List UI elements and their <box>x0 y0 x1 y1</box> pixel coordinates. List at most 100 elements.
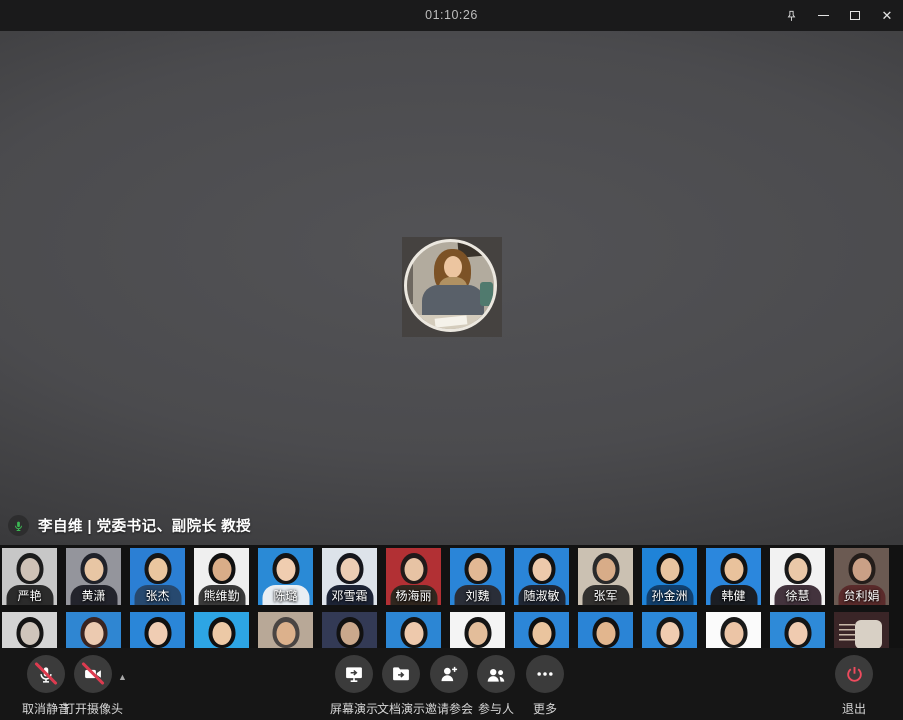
avatar-face <box>404 558 423 581</box>
close-button[interactable]: ✕ <box>871 0 903 31</box>
avatar-face <box>340 558 359 581</box>
ellipsis-icon <box>526 655 564 693</box>
avatar-face <box>340 622 359 645</box>
participant-thumbnail[interactable]: 张杰 <box>130 548 185 605</box>
participant-thumbnail[interactable]: 贠利娟 <box>834 548 889 605</box>
participant-thumbnail[interactable] <box>770 612 825 648</box>
avatar-face <box>532 622 551 645</box>
maximize-button[interactable] <box>839 0 871 31</box>
participant-thumbnail[interactable]: 张军 <box>578 548 633 605</box>
pushpin-icon[interactable] <box>775 0 807 31</box>
participant-filmstrip: 严艳 黄潇 张杰 熊维勤 陈璐 邓雪霜 杨海丽 刘魏 <box>0 545 903 648</box>
titlebar: 01:10:26 ✕ <box>0 0 903 31</box>
avatar-face <box>852 558 871 581</box>
participant-thumbnail[interactable] <box>514 612 569 648</box>
avatar-face <box>596 558 615 581</box>
participant-name: 杨海丽 <box>386 587 441 604</box>
participant-row-2 <box>2 612 889 648</box>
avatar-face <box>276 622 295 645</box>
participant-thumbnail[interactable] <box>194 612 249 648</box>
avatar-face <box>148 622 167 645</box>
participant-name: 严艳 <box>2 587 57 604</box>
participant-name: 熊维勤 <box>194 587 249 604</box>
exit-button[interactable]: 退出 <box>824 655 884 717</box>
avatar-face <box>788 622 807 645</box>
participant-row-1: 严艳 黄潇 张杰 熊维勤 陈璐 邓雪霜 杨海丽 刘魏 <box>2 548 889 605</box>
participant-name: 张杰 <box>130 587 185 604</box>
avatar-face <box>84 622 103 645</box>
participant-thumbnail[interactable] <box>2 612 57 648</box>
avatar-face <box>660 622 679 645</box>
avatar-face <box>532 558 551 581</box>
participant-thumbnail[interactable] <box>258 612 313 648</box>
avatar-face <box>596 622 615 645</box>
toolbar: 取消静音 打开摄像头 ▲ 屏幕演示 <box>0 648 903 720</box>
participant-thumbnail[interactable]: 黄潇 <box>66 548 121 605</box>
avatar-face <box>468 622 487 645</box>
participant-thumbnail[interactable] <box>322 612 377 648</box>
participant-thumbnail[interactable]: 熊维勤 <box>194 548 249 605</box>
participant-name: 黄潇 <box>66 587 121 604</box>
avatar-face <box>404 622 423 645</box>
participant-thumbnail[interactable] <box>706 612 761 648</box>
participant-thumbnail[interactable]: 邓雪霜 <box>322 548 377 605</box>
window-controls: ✕ <box>775 0 903 31</box>
avatar-face <box>212 622 231 645</box>
participant-thumbnail[interactable]: 严艳 <box>2 548 57 605</box>
avatar-face <box>724 558 743 581</box>
meeting-window: { "titlebar": { "timer": "01:10:26", "ic… <box>0 0 903 720</box>
camera-off-icon <box>74 655 112 693</box>
participant-thumbnail[interactable]: 陈璐 <box>258 548 313 605</box>
active-speaker-banner: 李自维 | 党委书记、副院长 教授 <box>8 515 251 536</box>
participant-thumbnail[interactable] <box>642 612 697 648</box>
participant-name: 徐慧 <box>770 587 825 604</box>
participant-thumbnail[interactable] <box>834 612 889 648</box>
participant-name: 邓雪霜 <box>322 587 377 604</box>
card-text-lines <box>839 624 855 642</box>
more-button[interactable]: 更多 <box>515 655 575 717</box>
meeting-timer: 01:10:26 <box>0 0 903 31</box>
participant-thumbnail[interactable] <box>386 612 441 648</box>
participant-name: 陈璐 <box>258 587 313 604</box>
participant-name: 韩健 <box>706 587 761 604</box>
invite-person-icon <box>430 655 468 693</box>
avatar-face <box>20 558 39 581</box>
avatar-face <box>660 558 679 581</box>
document-share-icon <box>382 655 420 693</box>
participant-name: 刘魏 <box>450 587 505 604</box>
open-camera-button[interactable]: 打开摄像头 <box>63 655 123 717</box>
participant-thumbnail[interactable]: 刘魏 <box>450 548 505 605</box>
avatar-face <box>84 558 103 581</box>
active-speaker-video[interactable] <box>402 237 502 337</box>
participant-thumbnail[interactable]: 杨海丽 <box>386 548 441 605</box>
minimize-button[interactable] <box>807 0 839 31</box>
participant-name: 贠利娟 <box>834 587 889 604</box>
avatar-face <box>724 622 743 645</box>
participant-thumbnail[interactable]: 随淑敏 <box>514 548 569 605</box>
speaker-photo <box>404 239 497 332</box>
microphone-active-icon <box>8 515 29 536</box>
participant-thumbnail[interactable] <box>66 612 121 648</box>
participant-name: 孙金洲 <box>642 587 697 604</box>
active-speaker-title: 李自维 | 党委书记、副院长 教授 <box>38 515 251 536</box>
participant-thumbnail[interactable]: 孙金洲 <box>642 548 697 605</box>
participants-icon <box>477 655 515 693</box>
participant-thumbnail[interactable] <box>578 612 633 648</box>
avatar-face <box>20 622 39 645</box>
avatar-face <box>788 558 807 581</box>
participant-thumbnail[interactable]: 韩健 <box>706 548 761 605</box>
avatar-face <box>212 558 231 581</box>
participant-name: 随淑敏 <box>514 587 569 604</box>
participant-name: 张军 <box>578 587 633 604</box>
avatar-face <box>276 558 295 581</box>
chevron-up-icon[interactable]: ▲ <box>118 672 127 682</box>
shared-card <box>855 620 882 648</box>
power-icon <box>835 655 873 693</box>
participant-thumbnail[interactable]: 徐慧 <box>770 548 825 605</box>
screen-share-icon <box>335 655 373 693</box>
avatar-face <box>148 558 167 581</box>
avatar-face <box>468 558 487 581</box>
participant-thumbnail[interactable] <box>130 612 185 648</box>
main-video-stage: 李自维 | 党委书记、副院长 教授 <box>0 31 903 545</box>
participant-thumbnail[interactable] <box>450 612 505 648</box>
